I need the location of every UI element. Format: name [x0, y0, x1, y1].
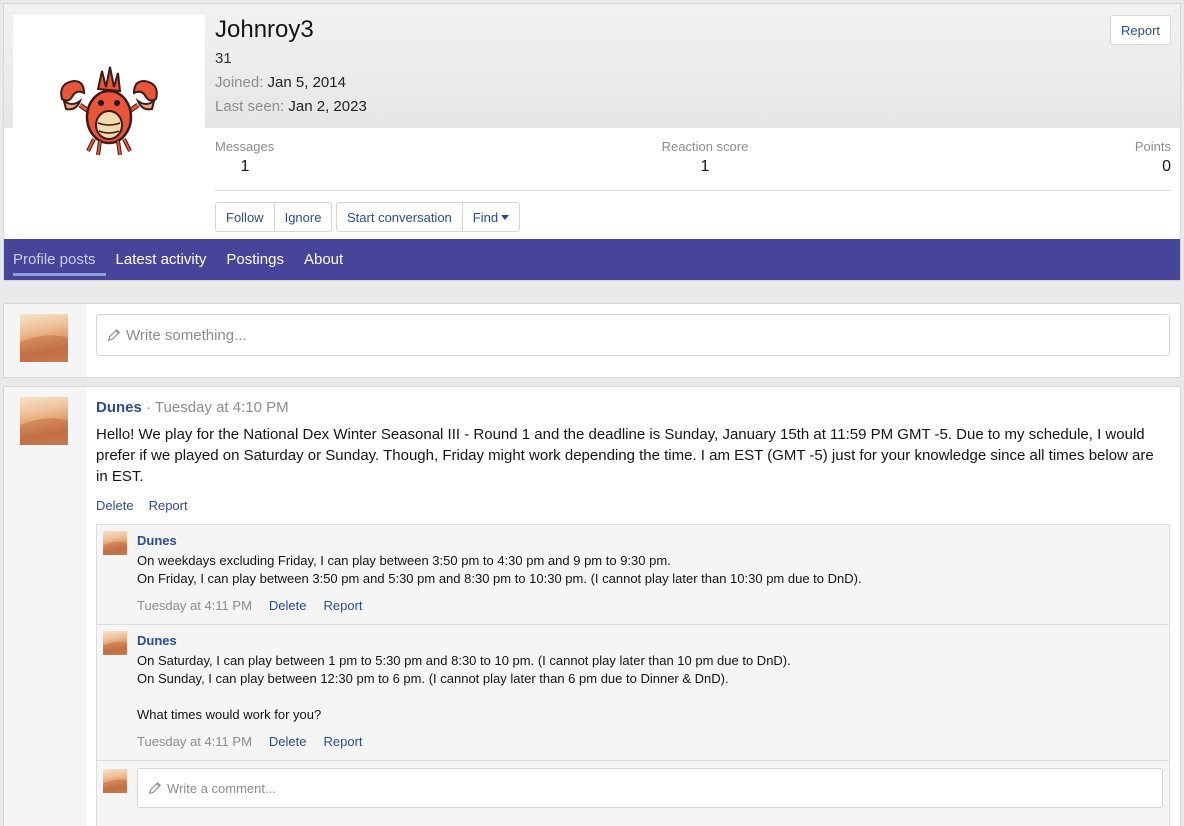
comment: Dunes On weekdays excluding Friday, I ca… — [97, 525, 1169, 625]
avatar[interactable] — [103, 769, 127, 793]
comment-list: Dunes On weekdays excluding Friday, I ca… — [96, 524, 1170, 826]
member-user-title: 31 — [215, 50, 232, 67]
stat-points-label: Points — [1134, 139, 1171, 154]
caret-down-icon — [501, 214, 510, 220]
member-header: Johnroy3 31 Joined: Jan 5, 2014 Last see… — [3, 3, 1181, 281]
comment-line — [137, 688, 1159, 706]
profile-post: Dunes · Tuesday at 4:10 PM Hello! We pla… — [3, 386, 1181, 826]
tab-postings[interactable]: Postings — [226, 239, 294, 280]
comment-report-link[interactable]: Report — [323, 734, 362, 749]
avatar[interactable] — [20, 397, 68, 445]
new-comment: Write a comment... — [97, 761, 1169, 817]
ignore-button[interactable]: Ignore — [273, 203, 332, 231]
write-something-input[interactable]: Write something... — [96, 314, 1170, 356]
write-something-placeholder: Write something... — [126, 326, 247, 344]
member-stats: Messages 1 Reaction score 1 Points 0 — [215, 139, 1171, 191]
stat-messages[interactable]: Messages 1 — [215, 139, 275, 176]
comment: Dunes On Saturday, I can play between 1 … — [97, 625, 1169, 761]
joined-value: Jan 5, 2014 — [267, 74, 346, 91]
joined-label: Joined: — [215, 74, 264, 91]
comment-line: On weekdays excluding Friday, I can play… — [137, 553, 671, 568]
stat-messages-value: 1 — [240, 158, 250, 175]
stat-points[interactable]: Points 0 — [1135, 139, 1171, 176]
avatar[interactable] — [103, 631, 127, 655]
avatar[interactable] — [103, 531, 127, 555]
member-joined: Joined: Jan 5, 2014 — [215, 74, 346, 91]
comment-line: On Friday, I can play between 3:50 pm an… — [137, 571, 862, 586]
pencil-icon — [148, 781, 162, 795]
new-post-avatar-column — [4, 304, 86, 377]
stat-reaction-score[interactable]: Reaction score 1 — [660, 139, 750, 176]
member-last-seen: Last seen: Jan 2, 2023 — [215, 98, 367, 115]
find-label: Find — [472, 209, 499, 225]
stat-reaction-label: Reaction score — [661, 139, 749, 154]
follow-button[interactable]: Follow — [216, 203, 274, 231]
post-actions: Delete Report — [96, 498, 188, 513]
post-header: Dunes · Tuesday at 4:10 PM — [96, 399, 289, 416]
write-comment-placeholder: Write a comment... — [167, 780, 276, 796]
post-avatar-column — [4, 387, 86, 826]
post-body: Hello! We play for the National Dex Wint… — [96, 426, 1154, 485]
find-menu-button[interactable]: Find — [461, 203, 519, 231]
write-comment-input[interactable]: Write a comment... — [137, 768, 1163, 808]
tab-profile-posts[interactable]: Profile posts — [13, 239, 106, 280]
comment-line: On Sunday, I can play between 12:30 pm t… — [137, 671, 729, 686]
last-seen-label: Last seen: — [215, 98, 285, 115]
follow-ignore-group: Follow Ignore — [215, 202, 333, 232]
stat-reaction-value: 1 — [700, 158, 710, 175]
post-author-link[interactable]: Dunes — [96, 399, 142, 416]
post-delete-link[interactable]: Delete — [96, 498, 134, 513]
start-conversation-button[interactable]: Start conversation — [337, 203, 462, 231]
comment-report-link[interactable]: Report — [323, 598, 362, 613]
corphish-sprite-icon — [60, 66, 158, 156]
comment-line: What times would work for you? — [137, 707, 322, 722]
pencil-icon — [107, 328, 121, 342]
avatar[interactable] — [13, 15, 205, 207]
comment-body: On Saturday, I can play between 1 pm to … — [137, 652, 1159, 724]
comment-timestamp[interactable]: Tuesday at 4:11 PM — [137, 734, 252, 749]
tab-latest-activity[interactable]: Latest activity — [116, 239, 217, 280]
post-timestamp[interactable]: Tuesday at 4:10 PM — [155, 399, 289, 416]
post-report-link[interactable]: Report — [149, 498, 188, 513]
member-username: Johnroy3 — [215, 16, 314, 43]
comment-line: On Saturday, I can play between 1 pm to … — [137, 653, 791, 668]
stat-points-value: 0 — [1162, 158, 1171, 175]
comment-author-link[interactable]: Dunes — [137, 533, 177, 548]
avatar[interactable] — [20, 314, 68, 362]
stat-messages-label: Messages — [215, 139, 275, 154]
post-separator: · — [146, 399, 152, 416]
report-member-button[interactable]: Report — [1110, 15, 1171, 45]
comment-delete-link[interactable]: Delete — [269, 734, 307, 749]
comment-body: On weekdays excluding Friday, I can play… — [137, 552, 1159, 588]
new-profile-post: Write something... — [3, 303, 1181, 378]
comment-actions: Tuesday at 4:11 PM Delete Report — [137, 598, 363, 613]
conversation-find-group: Start conversation Find — [336, 202, 521, 232]
comment-delete-link[interactable]: Delete — [269, 598, 307, 613]
comment-actions: Tuesday at 4:11 PM Delete Report — [137, 734, 363, 749]
tab-about[interactable]: About — [304, 239, 353, 280]
last-seen-value: Jan 2, 2023 — [288, 98, 367, 115]
comment-timestamp[interactable]: Tuesday at 4:11 PM — [137, 598, 252, 613]
profile-tabs: Profile posts Latest activity Postings A… — [4, 239, 1180, 280]
comment-author-link[interactable]: Dunes — [137, 633, 177, 648]
